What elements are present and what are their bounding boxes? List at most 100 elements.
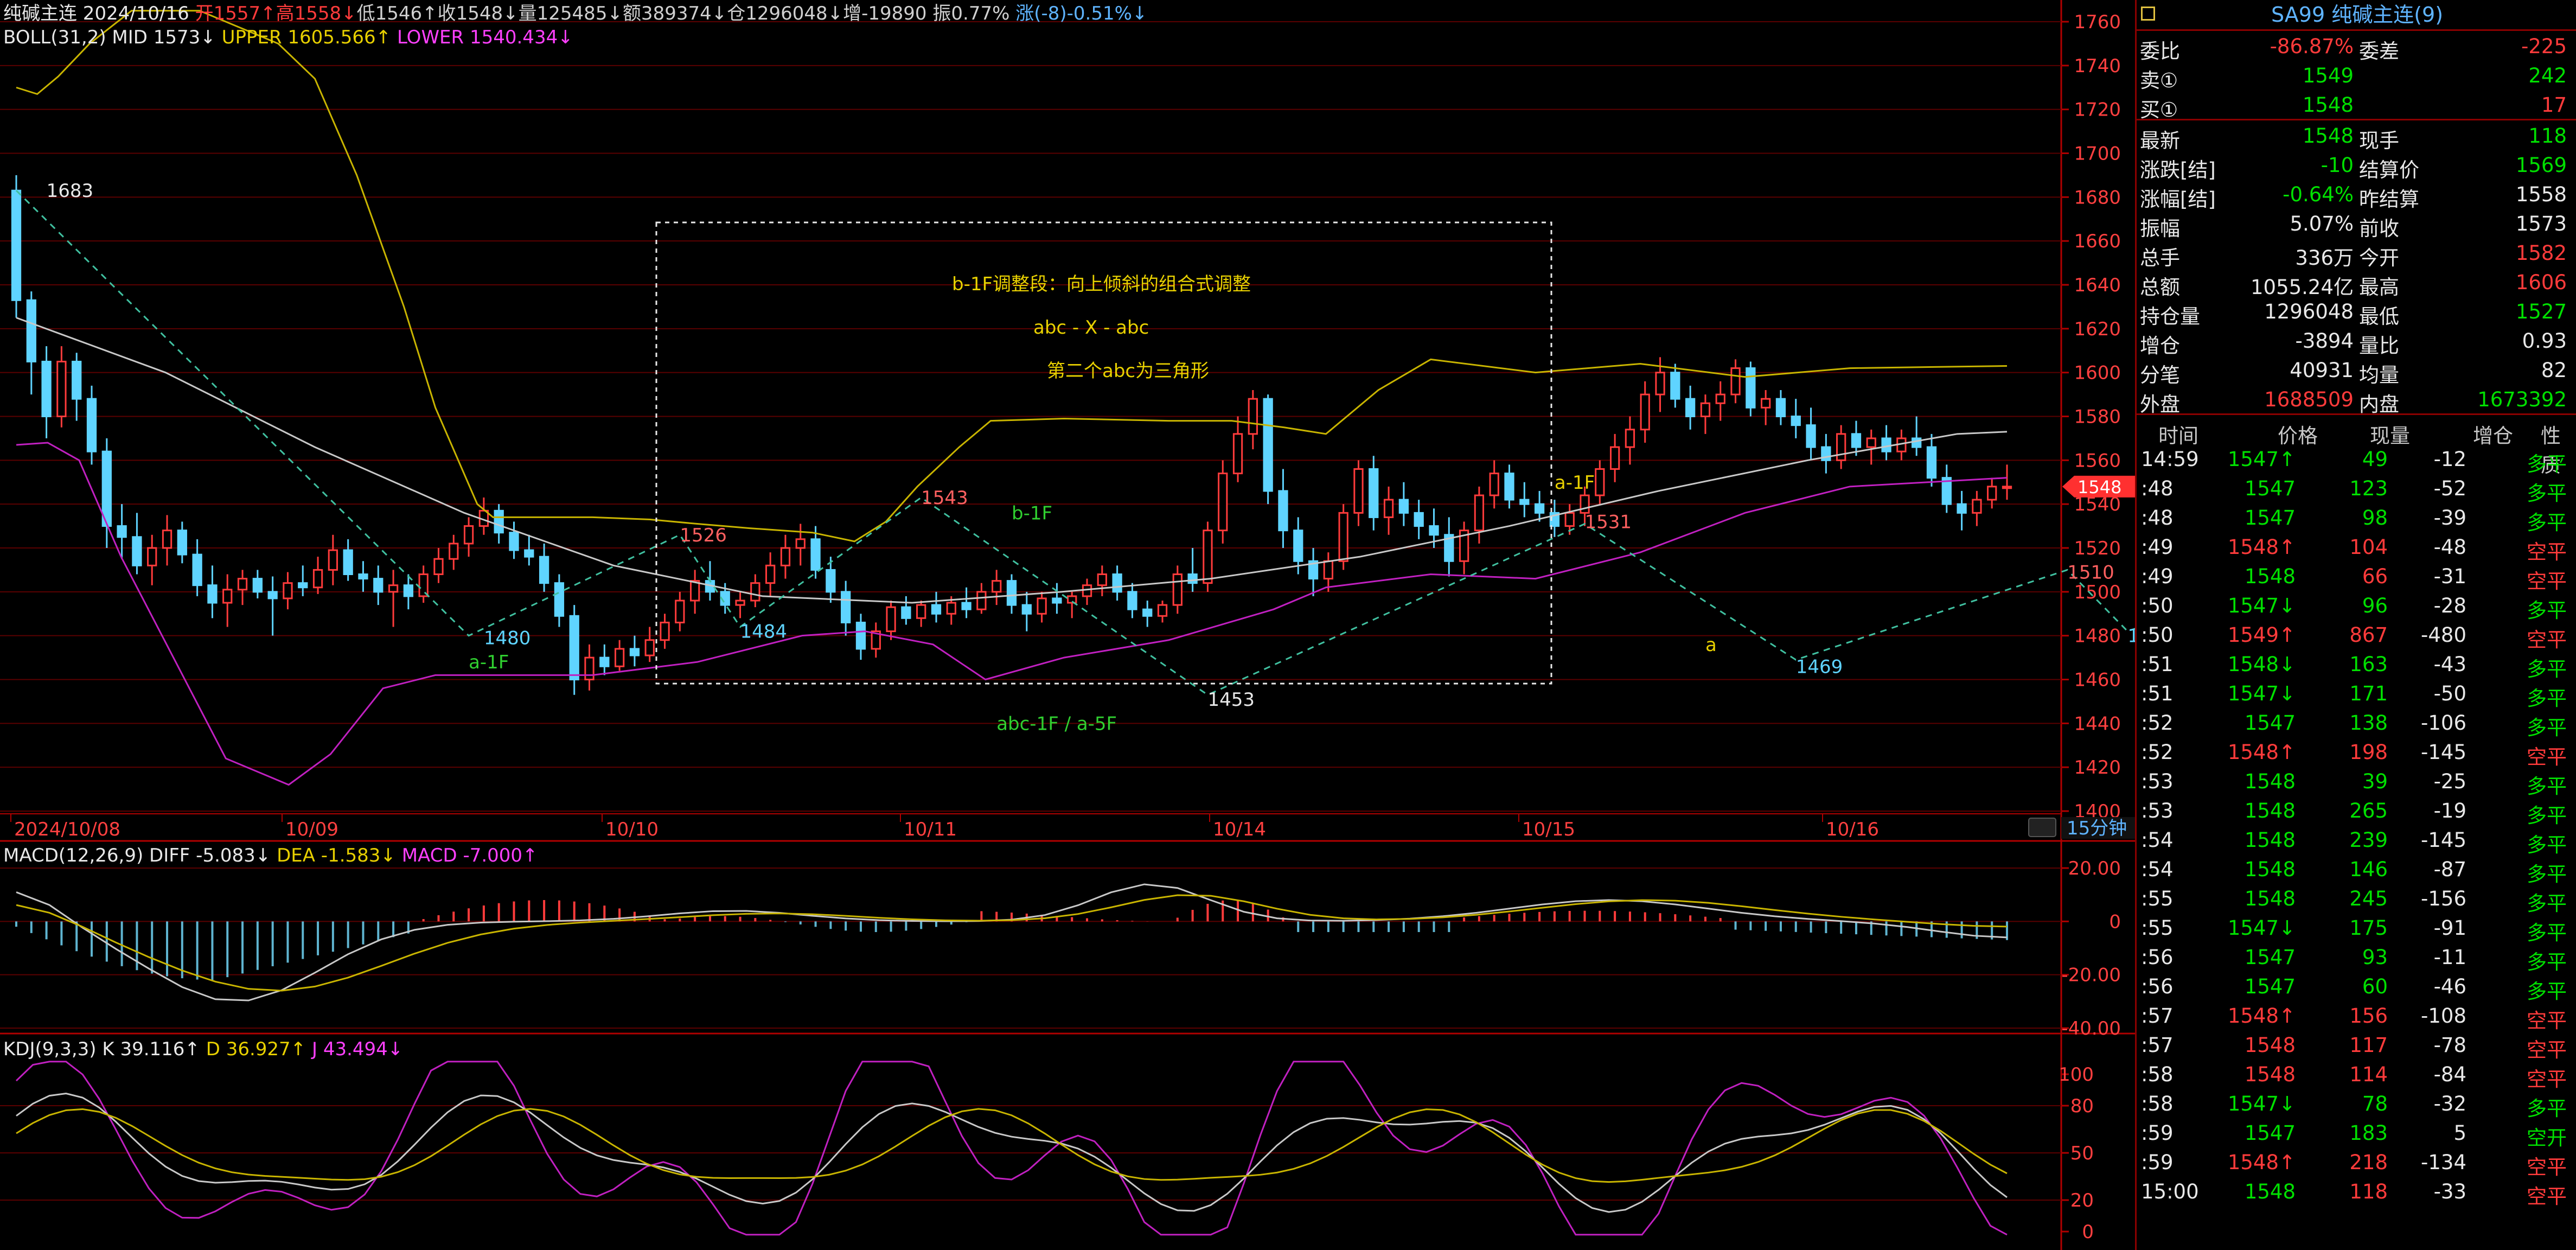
quote-panel-header: SA99 纯碱主连(9) <box>2137 0 2576 31</box>
tick-row[interactable]: 14:59 1547↑ 49 -12 多平 <box>2137 444 2576 476</box>
trading-terminal: 1760 1740 1720 1700 1680 1660 1640 1620 1600 1580… <box>0 0 2576 1250</box>
quote-label: 总手 <box>2140 246 2180 270</box>
tick-row[interactable]: :55 1547↓ 175 -91 多平 <box>2137 913 2576 945</box>
tick-row[interactable]: :59 1547 183 5 空开 <box>2137 1118 2576 1150</box>
candle-body <box>328 549 338 571</box>
header-field: 2024/10/16 <box>77 3 189 24</box>
tick-time: :58 <box>2141 1092 2174 1115</box>
tick-row[interactable]: :56 1547 93 -11 多平 <box>2137 942 2576 974</box>
tick-price: 1548 <box>2244 565 2296 588</box>
candle-body <box>1670 372 1680 400</box>
instrument-title: SA99 纯碱主连(9) <box>2271 3 2444 27</box>
candle-body <box>1082 584 1092 597</box>
tick-row[interactable]: :58 1548 114 -84 空平 <box>2137 1060 2576 1091</box>
candle-body <box>222 589 233 604</box>
candle-body <box>855 621 866 650</box>
candle-body <box>810 538 821 571</box>
candle-body <box>901 606 911 619</box>
candle-body <box>1232 433 1243 475</box>
tick-row[interactable]: :49 1548 66 -31 空平 <box>2137 562 2576 593</box>
tick-volume: 96 <box>2362 594 2388 617</box>
tick-row[interactable]: :57 1548↑ 156 -108 空平 <box>2137 1001 2576 1032</box>
tick-row[interactable]: :58 1547↓ 78 -32 多平 <box>2137 1089 2576 1120</box>
quote-value: 5.07% <box>2290 212 2354 235</box>
tick-row[interactable]: :50 1549↑ 867 -480 空平 <box>2137 620 2576 652</box>
tick-nature: 空平 <box>2527 745 2567 769</box>
wave-annotation: 1469 <box>1796 656 1843 678</box>
wave-annotation: a <box>1705 634 1717 656</box>
candle-body <box>841 591 851 623</box>
tick-row[interactable]: :52 1548↑ 198 -145 空平 <box>2137 737 2576 769</box>
quote-value: -225 <box>2521 35 2567 58</box>
candle-body <box>1037 597 1047 615</box>
quote-value: 17 <box>2541 93 2567 117</box>
candle-body <box>252 578 263 593</box>
tick-volume: 138 <box>2349 711 2388 735</box>
tick-time: :51 <box>2141 682 2174 705</box>
tick-volume: 123 <box>2349 477 2388 500</box>
tick-oi-change: -156 <box>2421 887 2466 910</box>
tick-row[interactable]: :59 1548↑ 218 -134 空平 <box>2137 1147 2576 1179</box>
tick-row[interactable]: :51 1548↓ 163 -43 多平 <box>2137 649 2576 681</box>
tick-oi-change: -31 <box>2433 565 2466 588</box>
tick-volume: 171 <box>2349 682 2388 705</box>
quote-value: -0.64% <box>2283 183 2354 206</box>
header-field: MID 1573↓ <box>106 27 216 48</box>
candle-body <box>1791 416 1801 426</box>
tick-row[interactable]: :56 1547 60 -46 多平 <box>2137 972 2576 1003</box>
header-field: 高1558↓ <box>276 3 357 24</box>
candle <box>1218 460 1228 544</box>
tick-time: :59 <box>2141 1121 2174 1145</box>
wave-annotation: 1510 <box>2067 562 2114 583</box>
tick-row[interactable]: :53 1548 265 -19 多平 <box>2137 796 2576 827</box>
tick-time: :57 <box>2141 1034 2174 1057</box>
chart-area[interactable]: 1760 1740 1720 1700 1680 1660 1640 1620 1600 1580… <box>0 0 2135 1250</box>
tick-row[interactable]: :53 1548 39 -25 多平 <box>2137 767 2576 798</box>
tick-list[interactable]: 14:59 1547↑ 49 -12 多平:48 1547 123 -52 多平:48 1547 9… <box>2137 444 2576 1208</box>
tick-row[interactable]: :50 1547↓ 96 -28 多平 <box>2137 591 2576 622</box>
candle-body <box>86 398 97 452</box>
tick-row[interactable]: :51 1547↓ 171 -50 多平 <box>2137 679 2576 710</box>
candle-body <box>509 532 519 551</box>
tick-price: 1548↑ <box>2227 1004 2296 1028</box>
tick-row[interactable]: 15:00 1548 118 -33 空平 <box>2137 1177 2576 1208</box>
candle-body <box>1248 398 1258 435</box>
candle-body <box>267 591 278 600</box>
tick-price: 1547↓ <box>2227 682 2296 705</box>
candle <box>11 175 22 318</box>
tick-row[interactable]: :48 1547 98 -39 多平 <box>2137 503 2576 534</box>
tick-row[interactable]: :48 1547 123 -52 多平 <box>2137 474 2576 505</box>
tick-price: 1548 <box>2244 799 2296 822</box>
candle-body <box>1866 437 1876 448</box>
panel-square-icon[interactable] <box>2141 7 2155 21</box>
tick-price: 1549↑ <box>2227 623 2296 647</box>
tick-row[interactable]: :49 1548↑ 104 -48 空平 <box>2137 532 2576 564</box>
tick-row[interactable]: :54 1548 239 -145 多平 <box>2137 825 2576 857</box>
candle-body <box>1655 372 1665 396</box>
quote-row: 总手 336万 今开 1582 <box>2137 238 2576 270</box>
price-tick-label: 1460 <box>2074 669 2121 691</box>
tick-volume: 265 <box>2349 799 2388 822</box>
quote-value: 1569 <box>2515 154 2567 177</box>
price-tick-label: 1560 <box>2074 450 2121 471</box>
time-label: 10/09 <box>285 819 338 840</box>
price-tick-label: 1580 <box>2074 406 2121 428</box>
tick-row[interactable]: :57 1548 117 -78 空平 <box>2137 1030 2576 1062</box>
tick-row[interactable]: :55 1548 245 -156 多平 <box>2137 884 2576 915</box>
tick-time: :55 <box>2141 887 2174 910</box>
tick-row[interactable]: :54 1548 146 -87 多平 <box>2137 854 2576 886</box>
tick-time: :48 <box>2141 477 2174 500</box>
candle-body <box>1383 499 1394 518</box>
quote-label: 分笔 <box>2140 363 2180 387</box>
scroll-handle <box>2028 818 2056 837</box>
kdj-tick-label: 80 <box>2070 1095 2094 1117</box>
macd-tick-label: 0 <box>2109 911 2121 933</box>
quote-label: 买① <box>2140 98 2178 122</box>
tick-oi-change: -84 <box>2433 1063 2466 1086</box>
price-tick-label: 1760 <box>2074 11 2121 33</box>
tick-price: 1547↓ <box>2227 916 2296 940</box>
tick-row[interactable]: :52 1547 138 -106 多平 <box>2137 708 2576 739</box>
candle-body <box>1052 597 1062 604</box>
tick-oi-change: -108 <box>2421 1004 2466 1028</box>
candle-body <box>735 600 745 606</box>
